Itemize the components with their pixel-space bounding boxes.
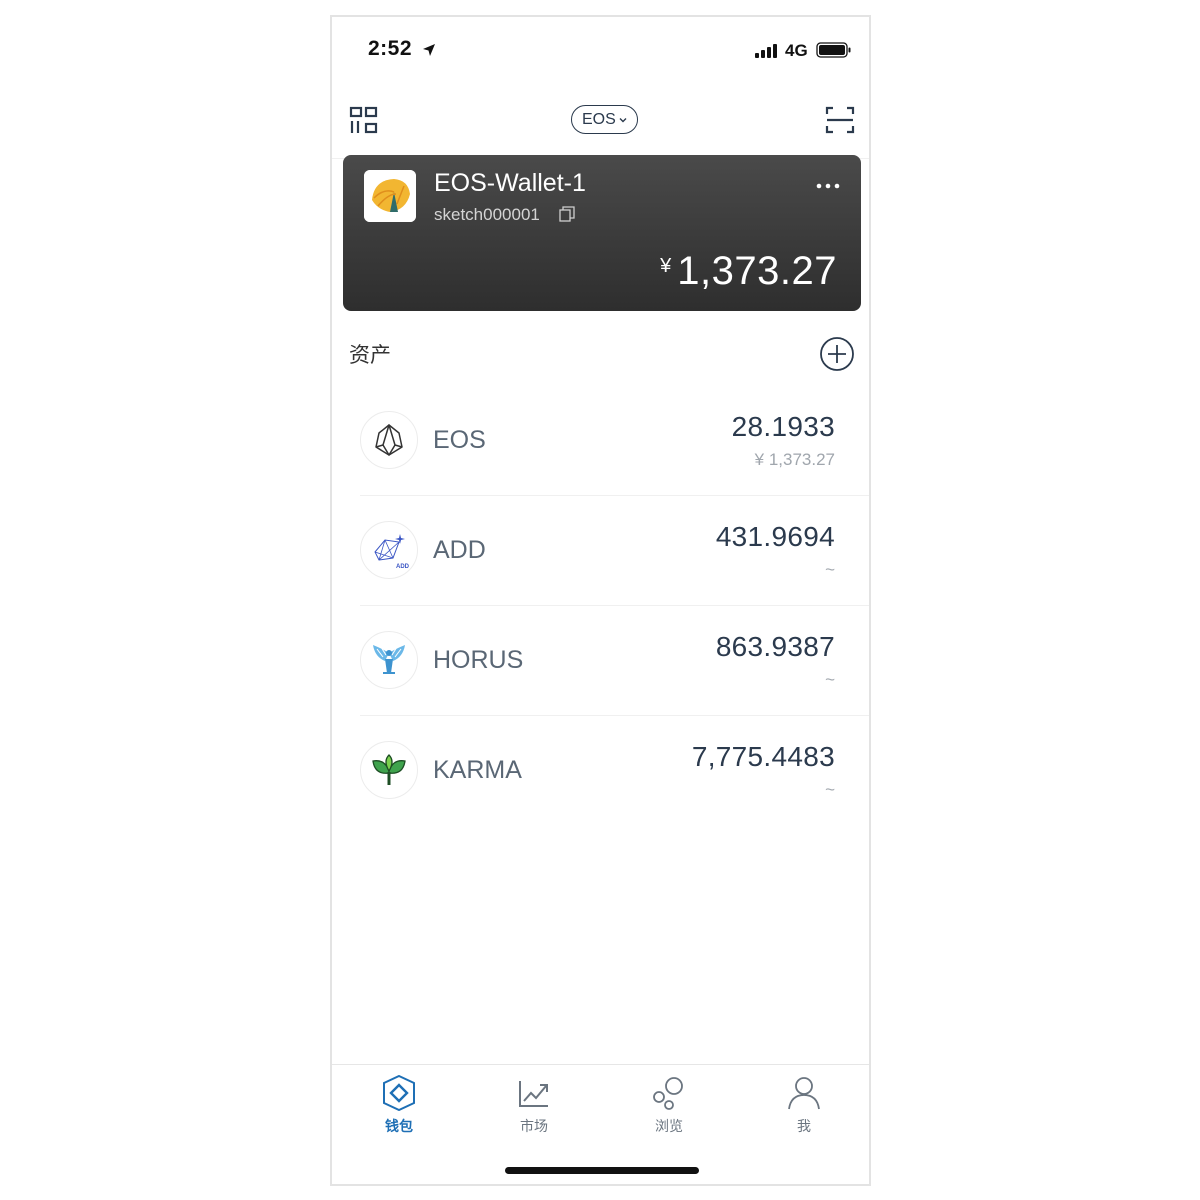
tab-browse[interactable]: 浏览 (629, 1075, 709, 1141)
chevron-down-icon (619, 117, 627, 122)
qr-code-icon[interactable] (349, 105, 379, 135)
tab-label: 市场 (520, 1118, 548, 1134)
home-indicator (505, 1167, 699, 1174)
wallet-balance: ¥ 1,373.27 (660, 249, 837, 294)
asset-fiat-value: ~ (825, 560, 835, 579)
asset-list: EOS 28.1933 ¥ 1,373.27 ADD ADD 431.9694 … (360, 386, 869, 826)
asset-row-eos[interactable]: EOS 28.1933 ¥ 1,373.27 (360, 386, 869, 496)
wallet-avatar-icon (364, 170, 416, 222)
network-type: 4G (785, 41, 808, 60)
browse-tab-icon (653, 1077, 683, 1110)
chain-selector[interactable]: EOS (571, 105, 638, 134)
tab-profile[interactable]: 我 (764, 1075, 844, 1141)
asset-logo (360, 741, 418, 799)
asset-fiat-value: ~ (825, 670, 835, 689)
asset-amount: 7,775.4483 (691, 741, 835, 772)
asset-symbol: KARMA (433, 756, 522, 784)
asset-symbol: ADD (433, 536, 486, 564)
wallet-name: EOS-Wallet-1 (434, 169, 586, 197)
asset-row-karma[interactable]: KARMA 7,775.4483 ~ (360, 716, 869, 826)
battery-icon (816, 42, 851, 58)
asset-amount: 28.1933 (731, 411, 835, 442)
add-asset-button[interactable] (819, 336, 855, 372)
asset-amount: 431.9694 (715, 521, 835, 552)
asset-symbol: HORUS (433, 646, 524, 674)
status-bar: 2:52 4G (332, 17, 869, 83)
tab-label: 浏览 (655, 1118, 683, 1134)
cellular-signal-icon (755, 44, 777, 58)
assets-title: 资产 (349, 344, 391, 367)
tab-wallet[interactable]: 钱包 (359, 1075, 439, 1141)
location-arrow-icon (423, 44, 435, 56)
tab-market[interactable]: 市场 (494, 1075, 574, 1141)
chain-selector-label: EOS (582, 110, 616, 128)
asset-amount: 863.9387 (715, 631, 835, 662)
phone-screen: 2:52 4G EOS EOS-Wallet-1 sketch000001 ¥ … (330, 15, 871, 1186)
copy-icon[interactable] (559, 206, 575, 222)
wallet-card[interactable]: EOS-Wallet-1 sketch000001 ¥ 1,373.27 (343, 155, 861, 311)
asset-logo (360, 411, 418, 469)
asset-logo (360, 631, 418, 689)
asset-fiat-value: ~ (825, 780, 835, 799)
asset-logo: ADD (360, 521, 418, 579)
add-logo-icon: ADD (374, 534, 409, 570)
svg-text:ADD: ADD (396, 564, 409, 570)
profile-tab-icon (788, 1077, 820, 1110)
market-tab-icon (519, 1081, 548, 1107)
more-options-icon[interactable] (815, 182, 841, 190)
eos-logo-icon (375, 424, 403, 456)
horus-logo-icon (373, 645, 405, 674)
asset-symbol: EOS (433, 426, 486, 454)
asset-fiat-value: ¥ 1,373.27 (754, 450, 835, 469)
tab-label: 钱包 (385, 1118, 413, 1134)
wallet-avatar (364, 170, 416, 222)
asset-row-add[interactable]: ADD ADD 431.9694 ~ (360, 496, 869, 606)
status-time: 2:52 (368, 37, 413, 60)
wallet-account: sketch000001 (434, 205, 540, 224)
scan-icon[interactable] (825, 105, 855, 135)
wallet-tab-icon (383, 1075, 415, 1111)
balance-value: 1,373.27 (677, 249, 837, 293)
karma-logo-icon (372, 754, 406, 785)
asset-row-horus[interactable]: HORUS 863.9387 ~ (360, 606, 869, 716)
tab-label: 我 (797, 1118, 811, 1134)
nav-bar: EOS (332, 83, 869, 159)
currency-symbol: ¥ (660, 255, 672, 277)
